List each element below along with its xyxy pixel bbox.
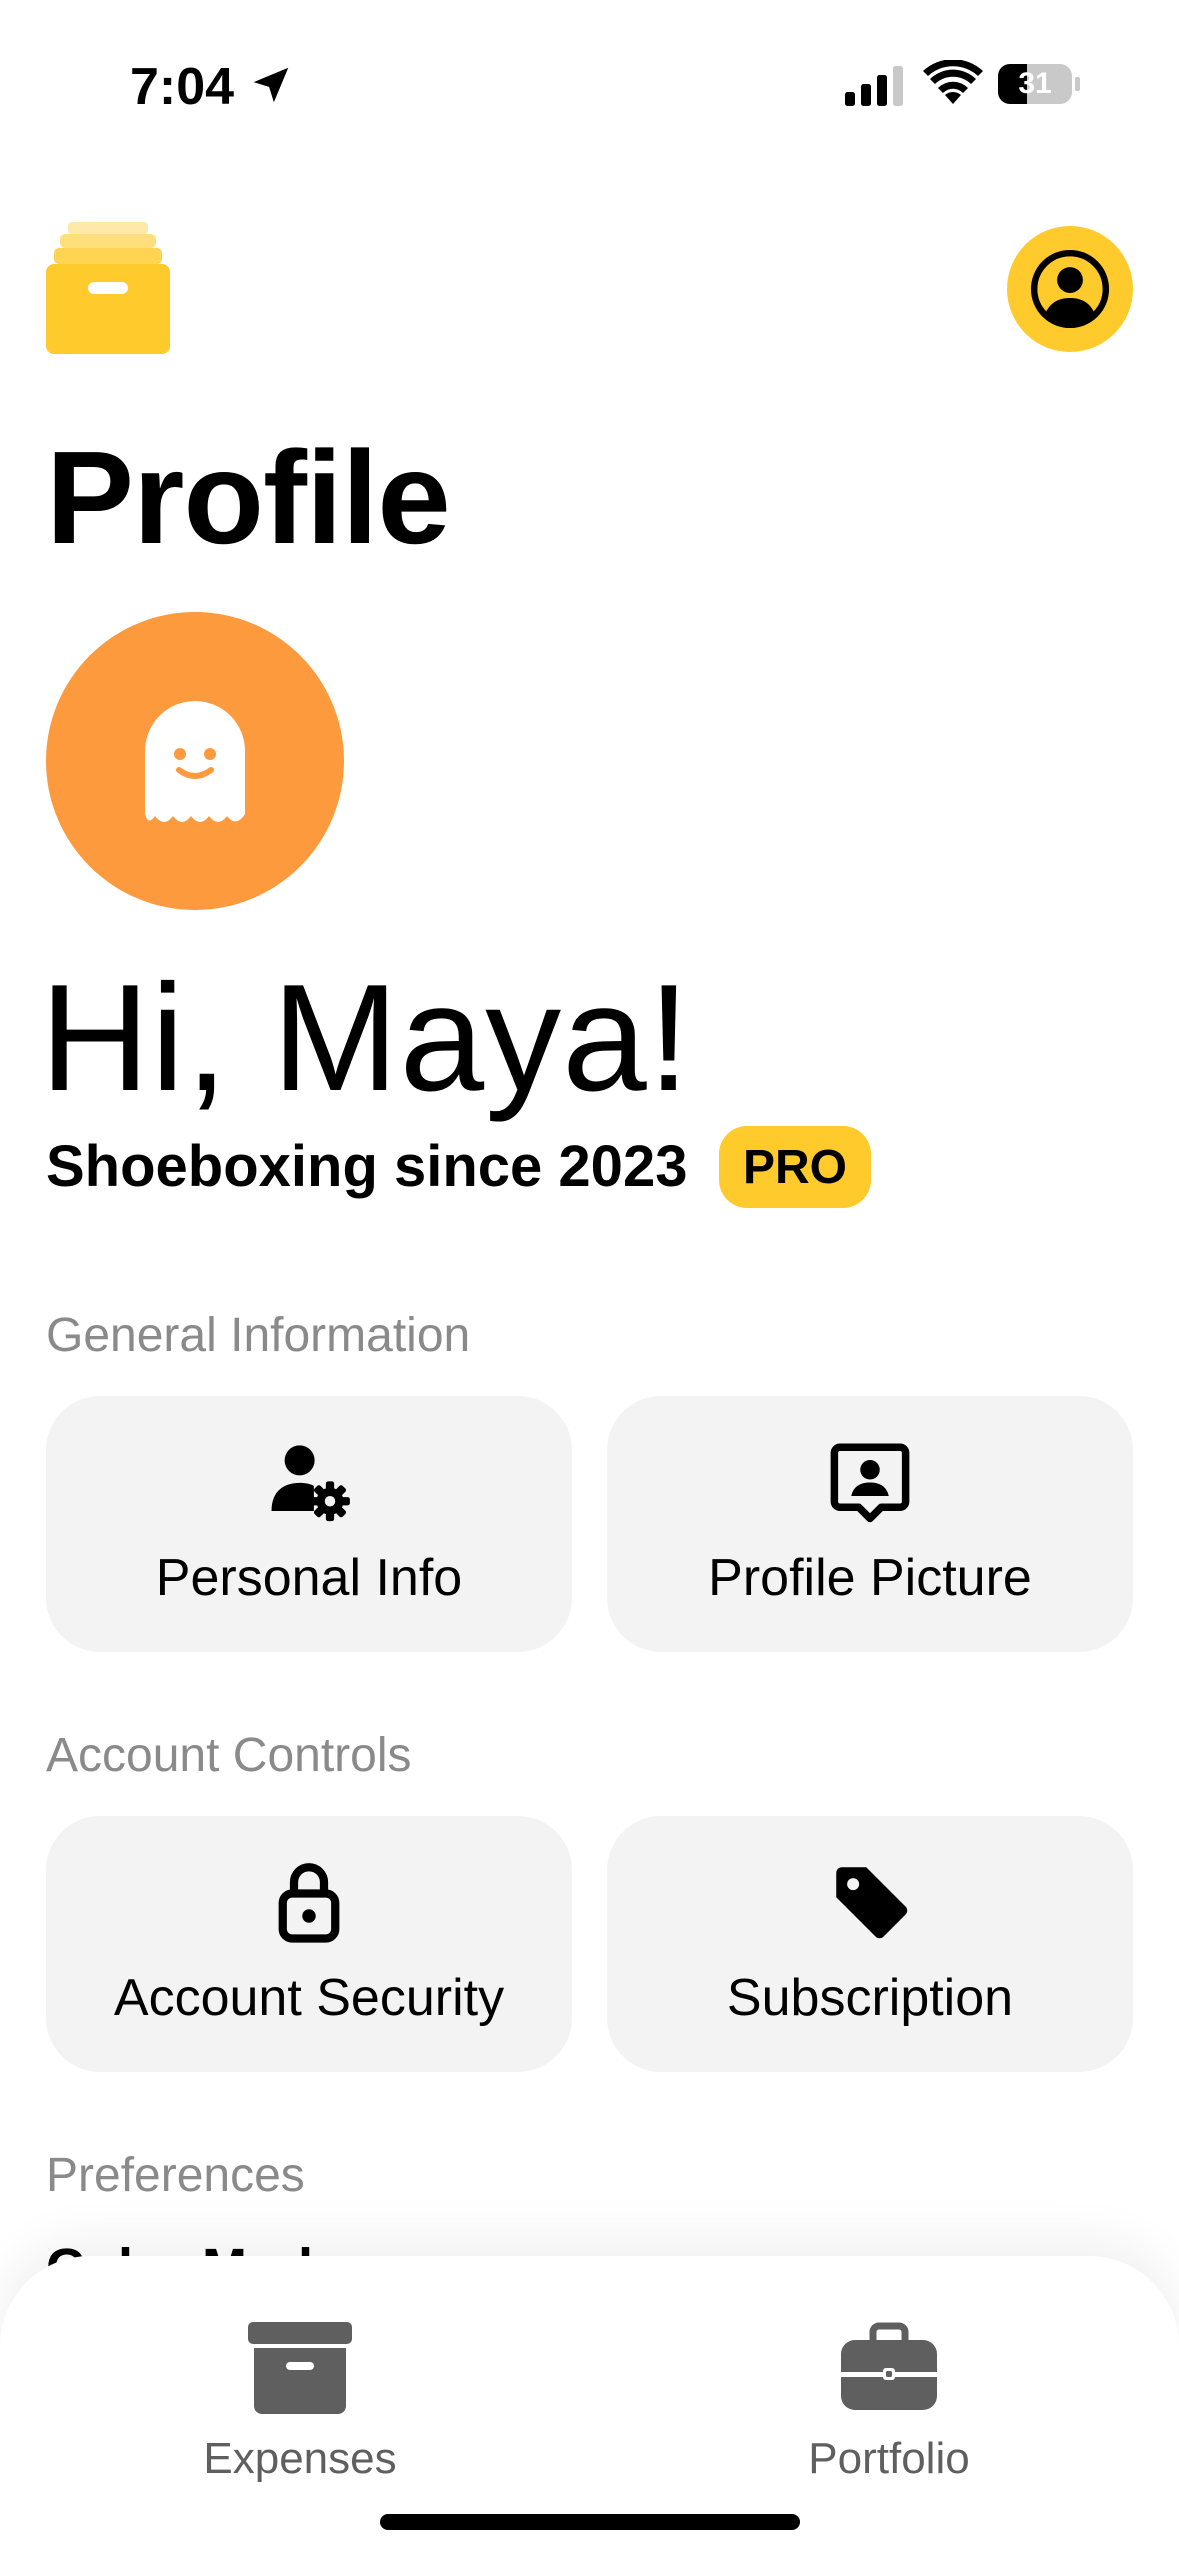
ghost-icon bbox=[145, 701, 245, 822]
section-label-preferences: Preferences bbox=[46, 2149, 305, 2202]
portrait-icon bbox=[825, 1436, 915, 1526]
app-logo-shoebox-icon bbox=[46, 222, 170, 354]
status-time: 7:04 bbox=[130, 58, 235, 116]
account-security-label: Account Security bbox=[113, 1969, 505, 2027]
cellular-signal-icon bbox=[845, 66, 903, 106]
tab-portfolio[interactable]: Portfolio bbox=[739, 2322, 1039, 2492]
personal-info-tile[interactable]: Personal Info bbox=[46, 1396, 572, 1652]
tab-portfolio-label: Portfolio bbox=[808, 2434, 970, 2483]
member-since-text: Shoeboxing since 2023 bbox=[46, 1134, 688, 1199]
user-gear-icon bbox=[264, 1436, 354, 1526]
profile-picture-tile[interactable]: Profile Picture bbox=[607, 1396, 1133, 1652]
user-circle-icon bbox=[1030, 249, 1110, 329]
tab-expenses-label: Expenses bbox=[203, 2434, 397, 2483]
personal-info-label: Personal Info bbox=[155, 1549, 463, 1607]
subscription-tile[interactable]: Subscription bbox=[607, 1816, 1133, 2072]
pro-badge: PRO bbox=[719, 1126, 871, 1208]
home-indicator[interactable] bbox=[380, 2514, 800, 2530]
location-arrow-icon bbox=[253, 67, 289, 103]
section-label-general: General Information bbox=[46, 1309, 471, 1362]
section-label-account: Account Controls bbox=[46, 1729, 412, 1782]
tag-icon bbox=[825, 1856, 915, 1946]
lock-icon bbox=[264, 1856, 354, 1946]
tab-bar: Expenses Portfolio bbox=[0, 2256, 1179, 2556]
battery-indicator: 31 bbox=[997, 62, 1081, 106]
profile-picture-label: Profile Picture bbox=[708, 1549, 1032, 1607]
battery-level: 31 bbox=[1018, 67, 1052, 100]
greeting-text: Hi, Maya! bbox=[40, 953, 691, 1123]
account-security-tile[interactable]: Account Security bbox=[46, 1816, 572, 2072]
page-title: Profile bbox=[46, 424, 451, 571]
wifi-icon bbox=[923, 60, 983, 104]
tab-expenses[interactable]: Expenses bbox=[150, 2322, 450, 2492]
account-button[interactable] bbox=[1007, 226, 1133, 352]
subscription-label: Subscription bbox=[726, 1969, 1014, 2027]
avatar[interactable] bbox=[46, 612, 344, 910]
archive-box-icon bbox=[248, 2322, 352, 2414]
briefcase-icon bbox=[841, 2322, 937, 2410]
